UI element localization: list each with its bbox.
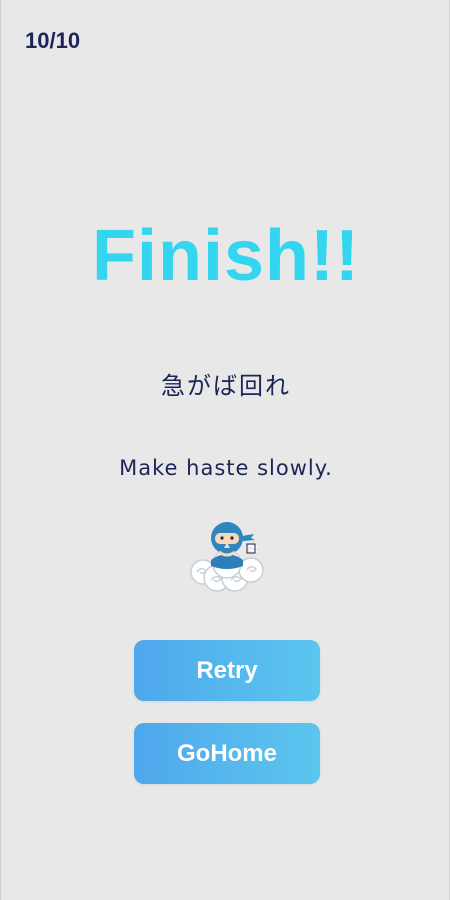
finish-screen: 10/10 Finish!! 急がば回れ Make haste slowly. bbox=[0, 0, 450, 900]
finish-title: Finish!! bbox=[92, 216, 360, 296]
ninja-on-cloud-icon bbox=[190, 522, 264, 592]
retry-button[interactable]: Retry bbox=[134, 640, 320, 701]
question-progress: 10/10 bbox=[25, 28, 81, 53]
go-home-button[interactable]: GoHome bbox=[134, 723, 320, 784]
proverb-japanese: 急がば回れ bbox=[161, 372, 291, 400]
proverb-english: Make haste slowly. bbox=[119, 456, 333, 480]
